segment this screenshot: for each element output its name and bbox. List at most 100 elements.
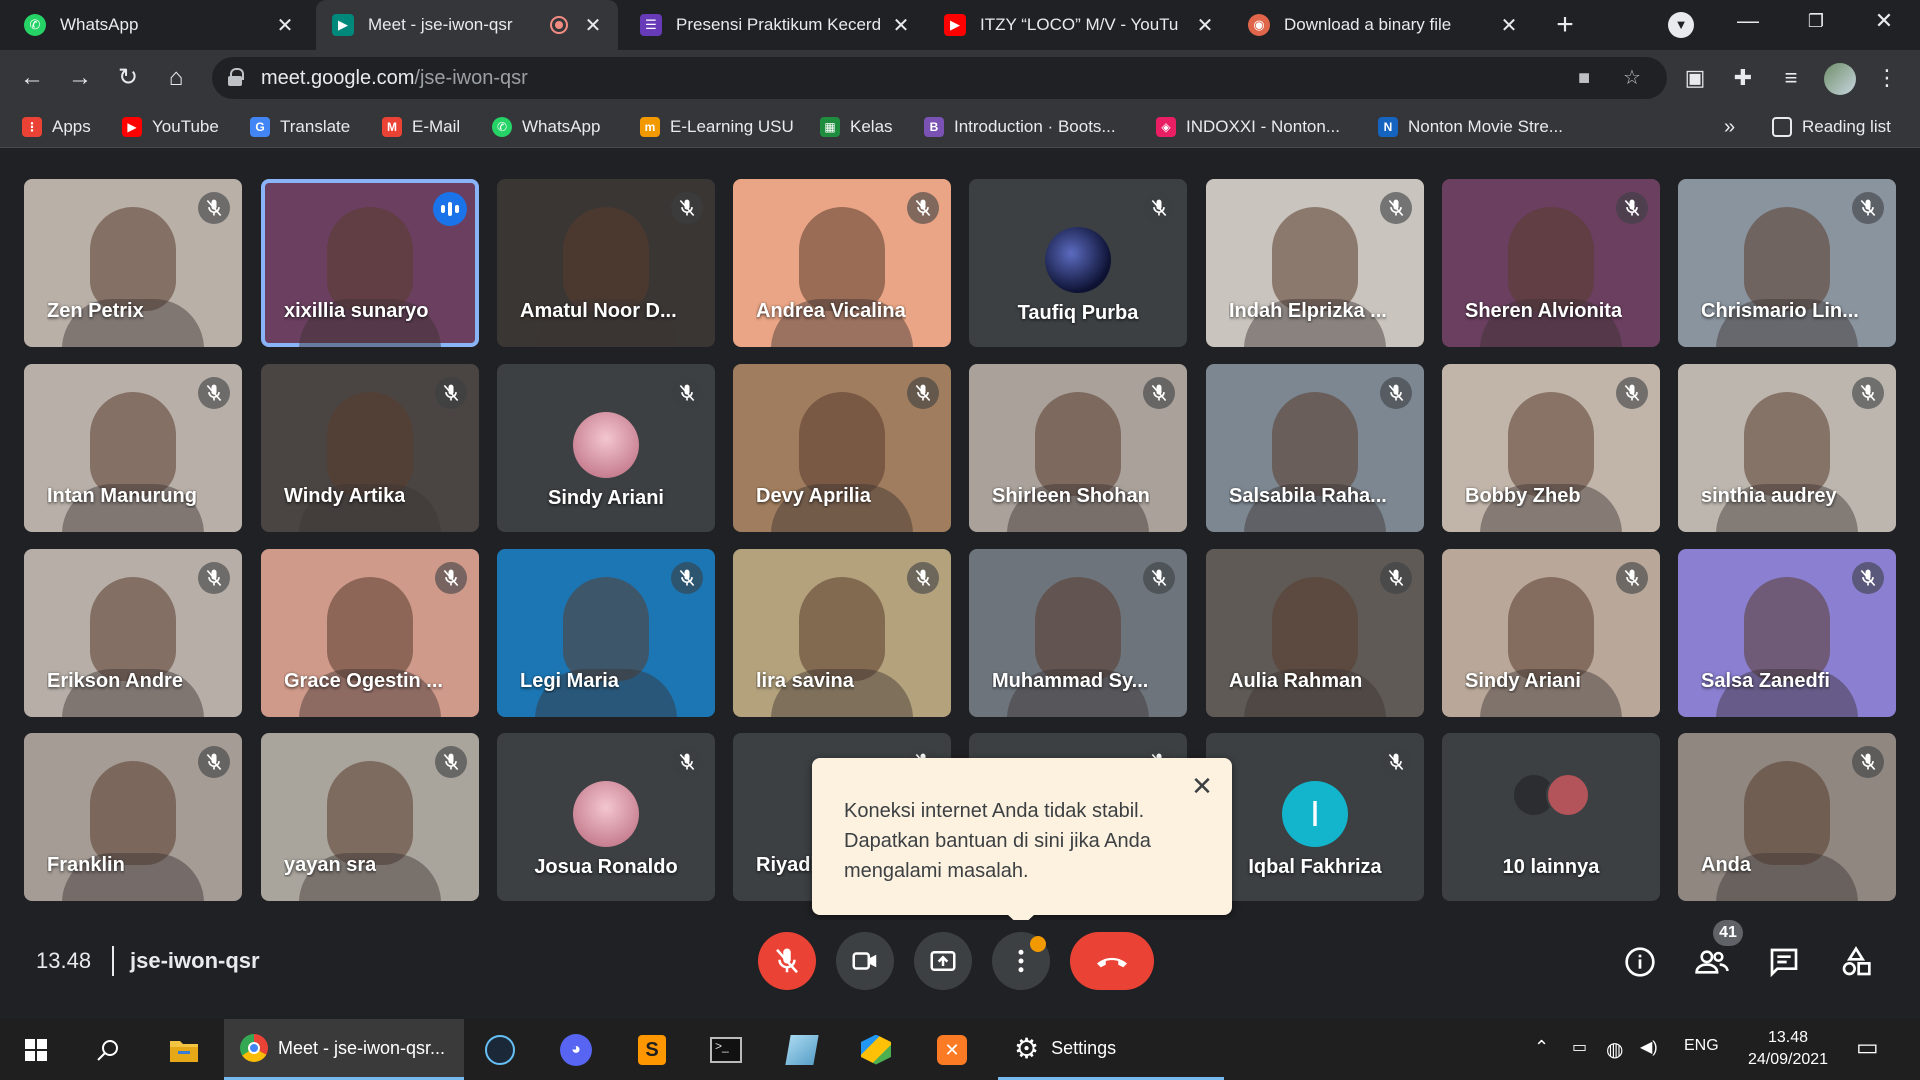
participant-tile[interactable]: Devy Aprilia [733, 364, 951, 532]
terminal-button[interactable]: >_ [696, 1019, 756, 1080]
participant-tile[interactable]: I Iqbal Fakhriza [1206, 733, 1424, 901]
bookmark-youtube[interactable]: ▶ YouTube [122, 116, 219, 138]
bookmark-email[interactable]: M E-Mail [382, 116, 460, 138]
lock-icon[interactable] [228, 68, 244, 86]
reading-list-button[interactable]: Reading list [1772, 116, 1891, 138]
unstable-connection-tooltip[interactable]: Koneksi internet Anda tidak stabil. Dapa… [812, 758, 1232, 927]
extension-icon[interactable]: ▣ [1680, 63, 1710, 93]
more-options-button[interactable] [992, 932, 1050, 990]
close-tab-icon[interactable]: ✕ [1498, 13, 1520, 38]
bookmark-whatsapp[interactable]: ✆ WhatsApp [492, 116, 600, 138]
close-window-button[interactable]: ✕ [1850, 0, 1918, 42]
participant-tile[interactable]: sinthia audrey [1678, 364, 1896, 532]
people-button[interactable] [1692, 942, 1732, 982]
notes-app-button[interactable] [772, 1019, 832, 1080]
menu-kebab-icon[interactable]: ⋮ [1872, 63, 1902, 93]
home-icon[interactable]: ⌂ [160, 62, 192, 94]
participant-tile[interactable]: 10 lainnya [1442, 733, 1660, 901]
notification-center-icon[interactable]: ▭ [1856, 1033, 1879, 1062]
leave-call-button[interactable] [1070, 932, 1154, 990]
tab-presensi[interactable]: ☰ Presensi Praktikum Kecerd ✕ [624, 0, 926, 50]
participant-tile[interactable]: Intan Manurung [24, 364, 242, 532]
profile-avatar[interactable] [1824, 63, 1856, 95]
camera-in-use-icon[interactable]: ■ [1572, 66, 1596, 90]
participant-tile[interactable]: Grace Ogestin ... [261, 549, 479, 717]
volume-icon[interactable]: ◀) [1640, 1037, 1658, 1057]
participant-tile[interactable]: Franklin [24, 733, 242, 901]
address-bar[interactable]: meet.google.com/jse-iwon-qsr ■ ☆ [212, 57, 1667, 99]
search-button[interactable] [78, 1019, 138, 1080]
participant-tile[interactable]: Indah Elprizka ... [1206, 179, 1424, 347]
participant-tile[interactable]: Anda [1678, 733, 1896, 901]
battery-icon[interactable]: ▭ [1572, 1037, 1587, 1057]
tab-whatsapp[interactable]: ✆ WhatsApp ✕ [8, 0, 310, 50]
new-tab-button[interactable]: + [1548, 8, 1582, 42]
taskbar-chrome-meet[interactable]: Meet - jse-iwon-qsr... [224, 1019, 464, 1080]
participant-tile[interactable]: Windy Artika [261, 364, 479, 532]
3d-app-button[interactable] [846, 1019, 906, 1080]
tray-chevron-up-icon[interactable]: ⌃ [1534, 1037, 1549, 1058]
mic-toggle-button[interactable] [758, 932, 816, 990]
close-icon[interactable]: ✕ [1188, 772, 1216, 800]
taskbar-settings[interactable]: ⚙ Settings [998, 1019, 1224, 1080]
tab-meet[interactable]: ▶ Meet - jse-iwon-qsr ✕ [316, 0, 618, 50]
participant-tile[interactable]: yayan sra [261, 733, 479, 901]
meeting-details-button[interactable] [1620, 942, 1660, 982]
participant-tile[interactable]: Muhammad Sy... [969, 549, 1187, 717]
bookmark-indoxxi[interactable]: ◈ INDOXXI - Nonton... [1156, 116, 1340, 138]
participant-tile[interactable]: Sindy Ariani [1442, 549, 1660, 717]
participant-tile[interactable]: Sheren Alvionita [1442, 179, 1660, 347]
input-language-indicator[interactable]: ENG [1684, 1037, 1719, 1055]
windows-start-button[interactable] [6, 1019, 66, 1080]
back-arrow-icon[interactable]: ← [16, 62, 48, 94]
participant-tile[interactable]: Legi Maria [497, 549, 715, 717]
forward-arrow-icon[interactable]: → [64, 62, 96, 94]
bookmark-kelas[interactable]: ▦ Kelas [820, 116, 893, 138]
participant-tile[interactable]: Chrismario Lin... [1678, 179, 1896, 347]
participant-tile[interactable]: Andrea Vicalina [733, 179, 951, 347]
close-tab-icon[interactable]: ✕ [582, 13, 604, 38]
participant-tile[interactable]: Erikson Andre [24, 549, 242, 717]
bookmark-nonton[interactable]: N Nonton Movie Stre... [1378, 116, 1563, 138]
bookmark-star-icon[interactable]: ☆ [1620, 66, 1644, 90]
tab-download[interactable]: ◉ Download a binary file ✕ [1232, 0, 1534, 50]
tab-search-chevron-icon[interactable]: ▼ [1668, 12, 1694, 38]
steam-button[interactable] [470, 1019, 530, 1080]
present-screen-button[interactable] [914, 932, 972, 990]
close-tab-icon[interactable]: ✕ [1194, 13, 1216, 38]
chat-button[interactable] [1764, 942, 1804, 982]
participant-tile[interactable]: Amatul Noor D... [497, 179, 715, 347]
close-tab-icon[interactable]: ✕ [274, 13, 296, 38]
sublime-text-button[interactable]: S [622, 1019, 682, 1080]
participant-tile[interactable]: Salsa Zanedfi [1678, 549, 1896, 717]
participant-tile[interactable]: Sindy Ariani [497, 364, 715, 532]
tooltip-help-link[interactable]: Dapatkan bantuan di sini jika Anda [844, 826, 1202, 856]
participant-tile[interactable]: Josua Ronaldo [497, 733, 715, 901]
participant-tile[interactable]: lira savina [733, 549, 951, 717]
participant-tile[interactable]: xixillia sunaryo [261, 179, 479, 347]
camera-toggle-button[interactable] [836, 932, 894, 990]
bookmark-translate[interactable]: G Translate [250, 116, 350, 138]
participant-tile[interactable]: Shirleen Shohan [969, 364, 1187, 532]
more-bookmarks-chevron-icon[interactable]: » [1724, 116, 1735, 138]
network-globe-icon[interactable]: ◍ [1606, 1037, 1623, 1062]
extensions-puzzle-icon[interactable]: ✚ [1728, 63, 1758, 93]
bookmark-bootstrap[interactable]: B Introduction · Boots... [924, 116, 1116, 138]
minimize-button[interactable]: — [1714, 0, 1782, 42]
activities-button[interactable] [1836, 942, 1876, 982]
participant-tile[interactable]: Taufiq Purba [969, 179, 1187, 347]
bookmark-apps[interactable]: ⋮ Apps [22, 116, 91, 138]
tab-youtube[interactable]: ▶ ITZY “LOCO” M/V - YouTu ✕ [928, 0, 1230, 50]
participant-tile[interactable]: Zen Petrix [24, 179, 242, 347]
participant-tile[interactable]: Aulia Rahman [1206, 549, 1424, 717]
restore-button[interactable]: ❐ [1782, 0, 1850, 42]
url-text[interactable]: meet.google.com/jse-iwon-qsr [261, 67, 528, 90]
reload-icon[interactable]: ↻ [112, 62, 144, 94]
discord-button[interactable]: ◕ [546, 1019, 606, 1080]
taskbar-clock[interactable]: 13.48 24/09/2021 [1738, 1027, 1838, 1071]
participant-tile[interactable]: Bobby Zheb [1442, 364, 1660, 532]
bookmark-elearning[interactable]: m E-Learning USU [640, 116, 794, 138]
file-explorer-button[interactable] [154, 1019, 214, 1080]
xampp-button[interactable]: ✕ [922, 1019, 982, 1080]
participant-tile[interactable]: Salsabila Raha... [1206, 364, 1424, 532]
